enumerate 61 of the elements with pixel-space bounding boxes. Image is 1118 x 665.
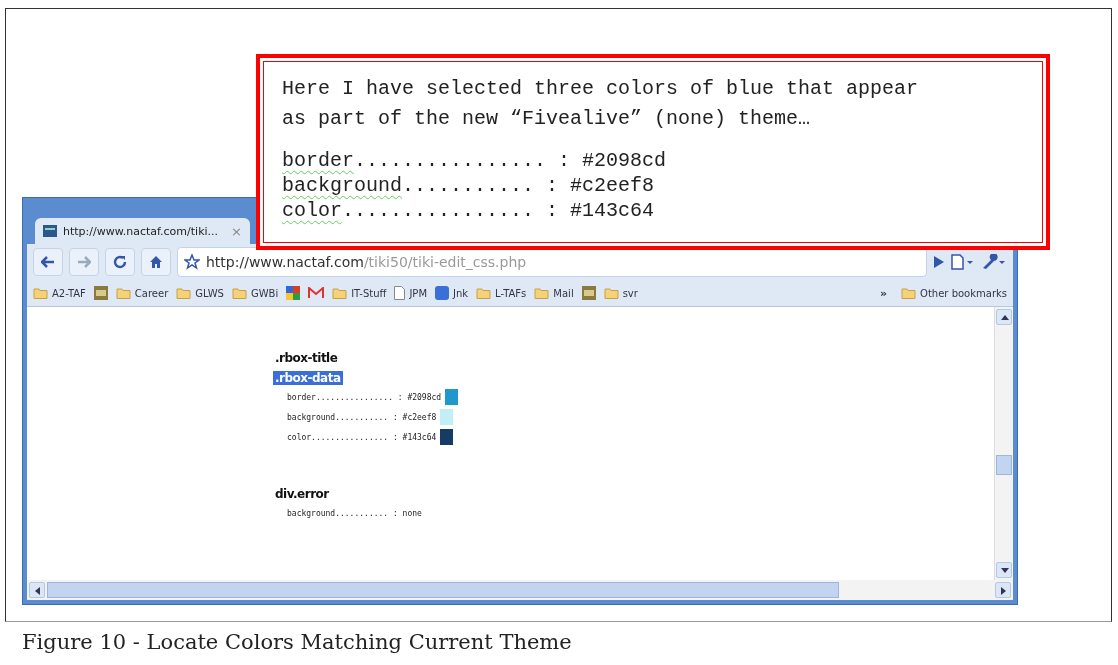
bookmark-item[interactable]: L-TAFs	[476, 287, 527, 299]
reload-button[interactable]	[105, 248, 135, 276]
folder-icon	[231, 287, 247, 299]
bookmark-item[interactable]: GWBi	[231, 287, 279, 299]
mail-icon	[308, 287, 325, 299]
page-icon	[394, 286, 406, 300]
bookmark-item[interactable]: IT-Stuff	[332, 287, 387, 299]
folder-icon	[603, 287, 619, 299]
page-menu-icon[interactable]	[951, 254, 975, 270]
scroll-down-button[interactable]	[996, 562, 1012, 578]
site-icon	[43, 225, 57, 237]
callout-color-line: color................ : #143c64	[282, 198, 656, 223]
right-arrow-icon	[77, 256, 91, 268]
callout-color-line: border................ : #2098cd	[282, 148, 668, 173]
browser-tab[interactable]: http://www.nactaf.com/tiki... ×	[35, 218, 250, 244]
css-selector: .rbox-data	[273, 371, 343, 385]
app-icon	[435, 286, 450, 300]
css-property: color................ : #143c64	[287, 432, 437, 442]
css-selector: .rbox-title	[274, 351, 339, 365]
callout-color-line: background........... : #c2eef8	[282, 173, 656, 198]
folder-icon	[534, 287, 550, 299]
horizontal-scrollbar[interactable]	[27, 580, 1013, 600]
scroll-up-button[interactable]	[996, 309, 1012, 325]
bookmark-item[interactable]: JPM	[394, 286, 428, 300]
css-selector: div.error	[274, 487, 330, 501]
home-icon	[149, 255, 163, 269]
wrench-icon[interactable]	[981, 254, 1007, 270]
bookmark-item[interactable]: Mail	[534, 287, 574, 299]
image-icon	[93, 286, 108, 300]
bookmark-item[interactable]: Jnk	[435, 286, 469, 300]
scroll-right-button[interactable]	[995, 582, 1011, 598]
folder-icon	[476, 287, 492, 299]
folder-icon	[176, 287, 192, 299]
overflow-chevron[interactable]: »	[879, 286, 888, 300]
folder-icon	[901, 287, 917, 299]
callout-text: Here I have selected three colors of blue that appear	[282, 76, 920, 102]
back-button[interactable]	[33, 248, 63, 276]
css-property: background........... : none	[287, 508, 422, 518]
folder-icon	[33, 287, 48, 299]
scroll-left-button[interactable]	[29, 582, 45, 598]
colored-squares-icon	[286, 286, 301, 300]
scroll-thumb[interactable]	[996, 455, 1012, 475]
vertical-scrollbar[interactable]	[994, 307, 1013, 580]
play-icon[interactable]	[933, 255, 945, 269]
bookmark-item[interactable]: A2-TAF	[33, 287, 86, 299]
bookmark-item[interactable]: GLWS	[176, 287, 224, 299]
figure-caption: Figure 10 - Locate Colors Matching Current Theme	[22, 630, 573, 654]
folder-icon	[332, 287, 348, 299]
folder-icon	[115, 287, 131, 299]
callout-text: as part of the new “Fivealive” (none) theme…	[282, 106, 812, 132]
left-arrow-icon	[41, 256, 55, 268]
scroll-thumb[interactable]	[47, 582, 839, 598]
css-property: border................ : #2098cd	[287, 392, 442, 402]
bookmark-item[interactable]: svr	[603, 287, 638, 299]
reload-icon	[113, 255, 127, 269]
bookmark-item[interactable]: Career	[115, 287, 169, 299]
css-property: background........... : #c2eef8	[287, 412, 437, 422]
image-icon	[581, 286, 596, 300]
home-button[interactable]	[141, 248, 171, 276]
bookmark-item[interactable]: Other bookmarks	[901, 287, 1007, 299]
star-icon[interactable]	[184, 254, 200, 270]
